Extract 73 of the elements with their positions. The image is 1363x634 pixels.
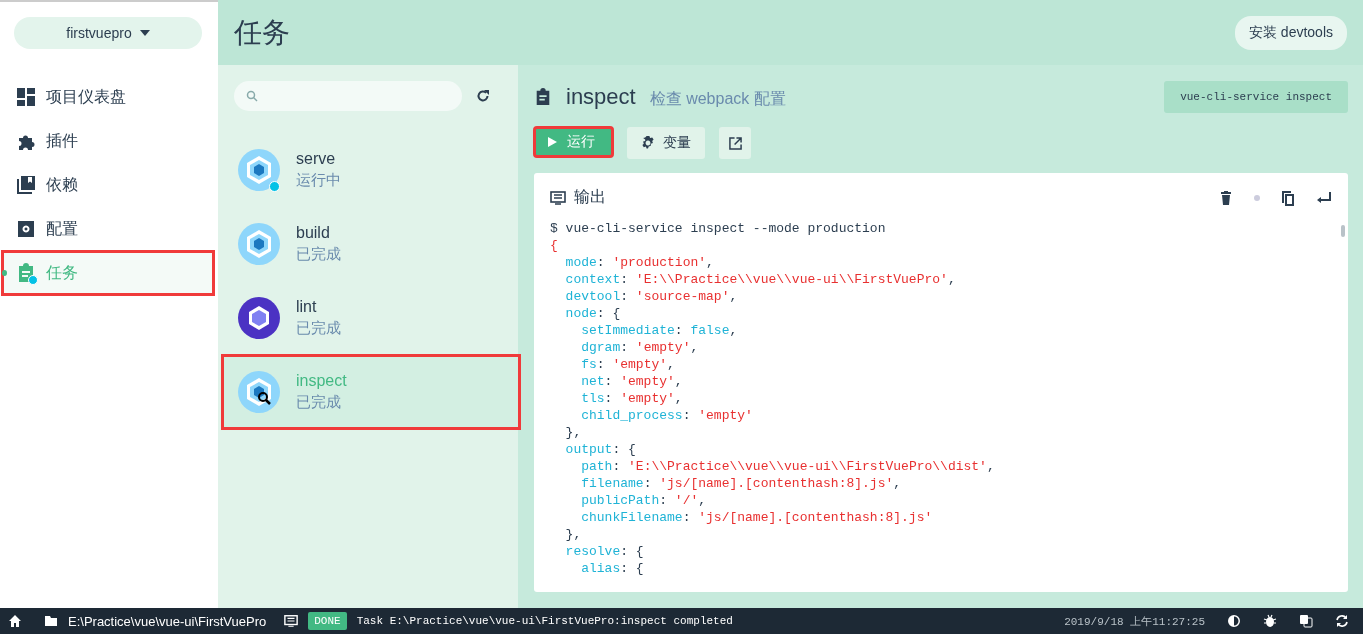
console-icon [550,190,566,205]
refresh-icon[interactable] [476,89,490,103]
task-title: inspect [566,84,636,110]
task-item[interactable]: build 已完成 [222,207,520,281]
devtools-button[interactable]: 安装 devtools [1234,15,1347,50]
book-icon [16,175,36,195]
code-line: chunkFilename: 'js/[name].[contenthash:8].js' [580,509,934,526]
code-line: }, [564,424,583,441]
code-line: publicPath: '/', [580,492,708,509]
clipboard-icon [534,87,552,107]
console-icon[interactable] [284,614,299,628]
cube-magnifier-icon [238,371,280,413]
project-path[interactable]: E:\Practice\vue\vue-ui\FirstVuePro [68,613,267,629]
wrap-icon[interactable] [1316,189,1332,206]
task-name: build [296,224,331,242]
code-line: $ vue-cli-service inspect --mode production [550,220,887,237]
task-name: inspect [296,372,347,390]
code-line: path: 'E:\\Practice\\vue\\vue-ui\\FirstVuePro\\dist', [580,458,996,475]
nav-item[interactable]: 插件 [2,119,214,163]
nav-item[interactable]: 依赖 [2,163,214,207]
page-title: 任务 [234,15,290,50]
code-line: mode: 'production', [564,254,715,271]
code-line: }, [564,526,583,543]
nav-item[interactable]: 配置 [2,207,214,251]
folder-icon[interactable] [44,614,58,628]
task-status: 已完成 [296,319,341,338]
output-title: 输出 [574,187,606,207]
status-message: Task E:\Practice\vue\vue-ui\FirstVuePro:inspect completed [356,615,733,627]
external-link-icon [728,136,742,150]
task-status: 已完成 [296,393,342,412]
code-line: dgram: 'empty', [580,339,700,356]
code-line: fs: 'empty', [580,356,676,373]
task-name: lint [296,298,318,316]
clipboard-icon [16,263,36,283]
code-line: child_process: 'empty' [580,407,754,424]
external-link-button[interactable] [719,127,751,159]
copy-icon[interactable] [1280,189,1296,206]
code-line: context: 'E:\\Practice\\vue\\vue-ui\\FirstVuePro', [564,271,957,288]
nav-item[interactable]: 项目仪表盘 [2,75,214,119]
variables-button[interactable]: 变量 [627,127,705,159]
search-field[interactable] [234,81,462,111]
caret-icon [139,30,150,36]
task-name: serve [296,150,337,168]
play-icon [548,137,557,147]
home-icon[interactable] [8,614,22,628]
scrollbar-thumb[interactable] [1341,225,1345,237]
bug-icon[interactable] [1263,614,1277,628]
code-line: tls: 'empty', [580,390,684,407]
dashboard-icon [16,87,36,107]
code-line: filename: 'js/[name].[contenthash:8].js', [580,475,903,492]
project-selector[interactable]: firstvuepro [14,17,202,49]
code-line: resolve: { [564,543,645,560]
task-status: 已完成 [296,245,341,264]
code-line: devtool: 'source-map', [564,288,739,305]
code-line: { [550,237,559,254]
search-icon [246,90,258,102]
task-description: 检查 webpack 配置 [649,88,786,109]
trash-icon[interactable] [1218,189,1234,206]
dot-icon [1254,194,1260,201]
code-line: node: { [564,305,622,322]
code-line: net: 'empty', [580,373,684,390]
task-item[interactable]: serve 运行中 [222,133,520,207]
task-status: 运行中 [296,171,341,190]
code-line: setImmediate: false, [580,322,739,339]
contrast-icon[interactable] [1227,614,1241,628]
task-item[interactable]: lint 已完成 [222,281,520,355]
cube-icon [238,149,280,191]
code-line: alias: { [580,560,645,577]
command-label: vue-cli-service inspect [1164,81,1348,113]
cube-icon [238,223,280,265]
status-time: 2019/9/18 上午11:27:25 [1064,614,1205,629]
code-line: output: { [564,441,637,458]
status-badge: DONE [308,612,347,630]
